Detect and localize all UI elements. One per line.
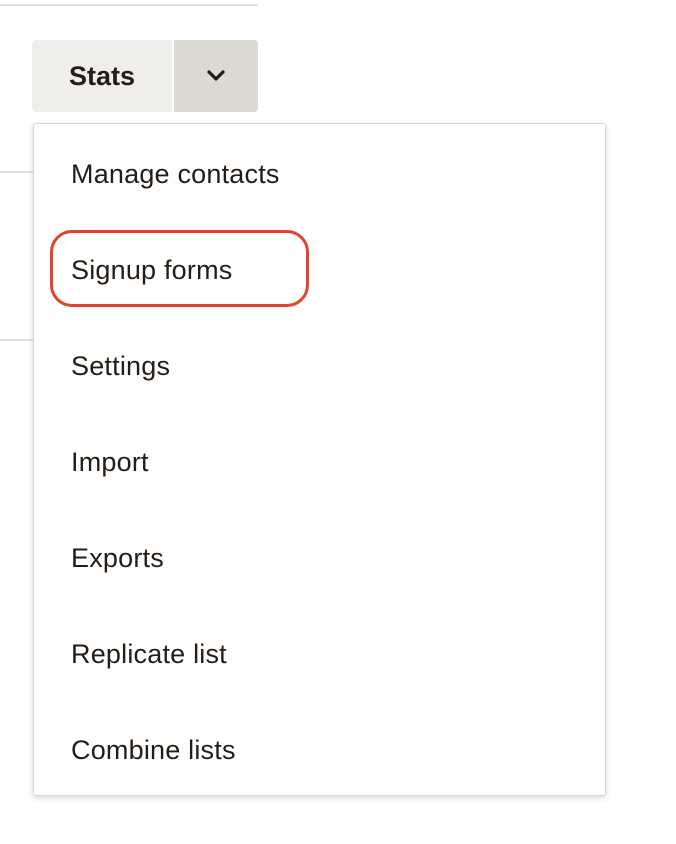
menu-item-label: Signup forms bbox=[71, 254, 233, 285]
dropdown-menu: Manage contacts Signup forms Settings Im… bbox=[33, 123, 606, 796]
menu-item-manage-contacts[interactable]: Manage contacts bbox=[34, 126, 605, 222]
menu-item-combine-lists[interactable]: Combine lists bbox=[34, 702, 605, 798]
menu-item-label: Settings bbox=[71, 350, 171, 381]
divider-line bbox=[0, 171, 34, 173]
menu-item-label: Combine lists bbox=[71, 734, 236, 765]
menu-item-label: Import bbox=[71, 446, 149, 477]
menu-item-replicate-list[interactable]: Replicate list bbox=[34, 606, 605, 702]
stats-button[interactable]: Stats bbox=[32, 40, 172, 112]
menu-item-settings[interactable]: Settings bbox=[34, 318, 605, 414]
divider-line bbox=[0, 4, 258, 6]
dropdown-toggle-button[interactable] bbox=[174, 40, 258, 112]
menu-item-import[interactable]: Import bbox=[34, 414, 605, 510]
chevron-down-icon bbox=[207, 70, 225, 82]
menu-item-signup-forms[interactable]: Signup forms bbox=[34, 222, 605, 318]
menu-item-label: Replicate list bbox=[71, 638, 227, 669]
menu-item-label: Manage contacts bbox=[71, 158, 280, 189]
divider-line bbox=[0, 339, 34, 341]
menu-item-label: Exports bbox=[71, 542, 164, 573]
menu-item-exports[interactable]: Exports bbox=[34, 510, 605, 606]
stats-split-button: Stats bbox=[32, 40, 258, 112]
